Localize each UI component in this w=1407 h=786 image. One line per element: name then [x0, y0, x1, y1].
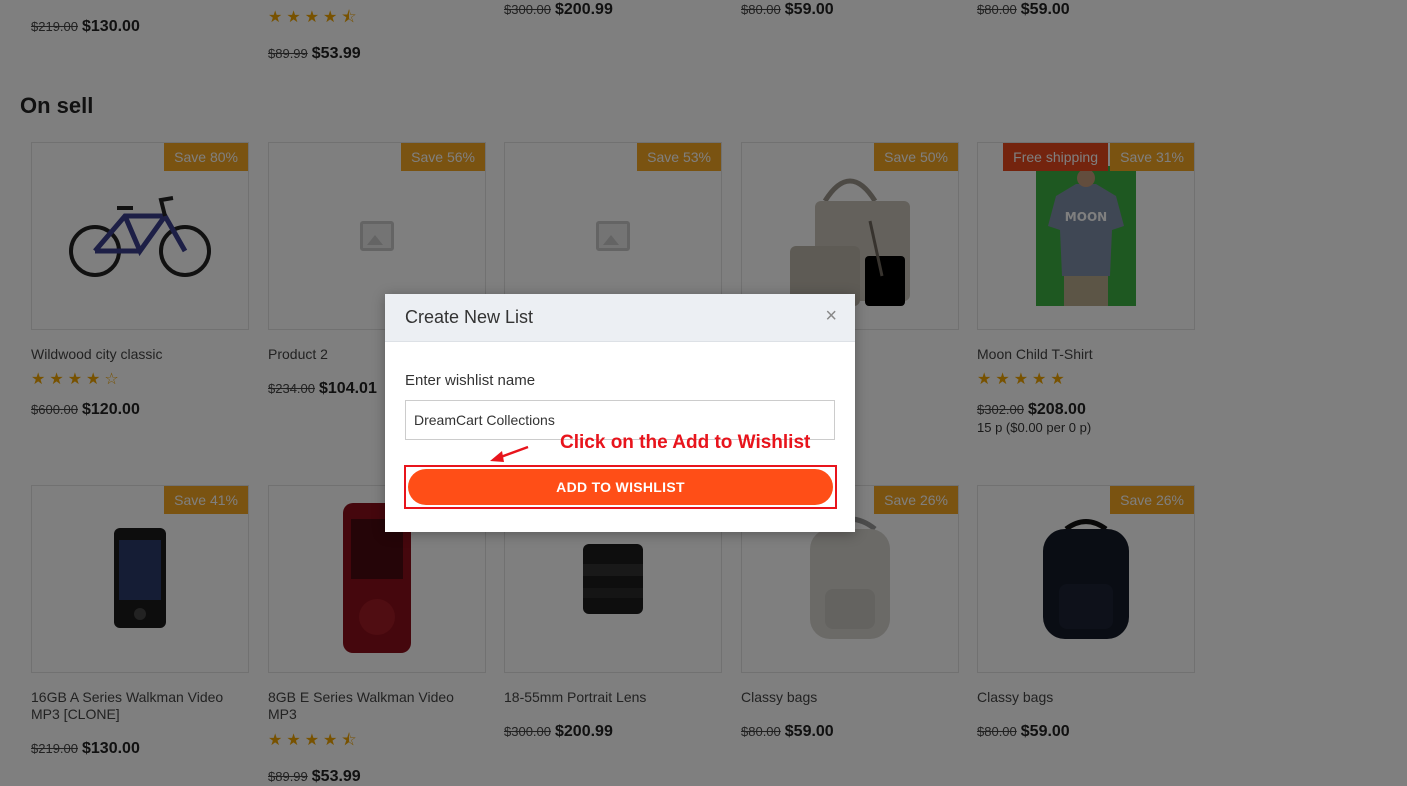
- dialog-header: Create New List ×: [385, 294, 855, 342]
- create-list-dialog: Create New List × Enter wishlist name AD…: [385, 294, 855, 532]
- add-to-wishlist-button[interactable]: ADD TO WISHLIST: [408, 469, 833, 505]
- wishlist-name-label: Enter wishlist name: [405, 372, 536, 389]
- annotation-text: Click on the Add to Wishlist: [560, 432, 811, 453]
- annotation-arrow-icon: [490, 445, 529, 462]
- highlight-box: ADD TO WISHLIST: [404, 465, 837, 509]
- close-icon[interactable]: ×: [825, 306, 837, 326]
- dialog-title: Create New List: [405, 307, 534, 327]
